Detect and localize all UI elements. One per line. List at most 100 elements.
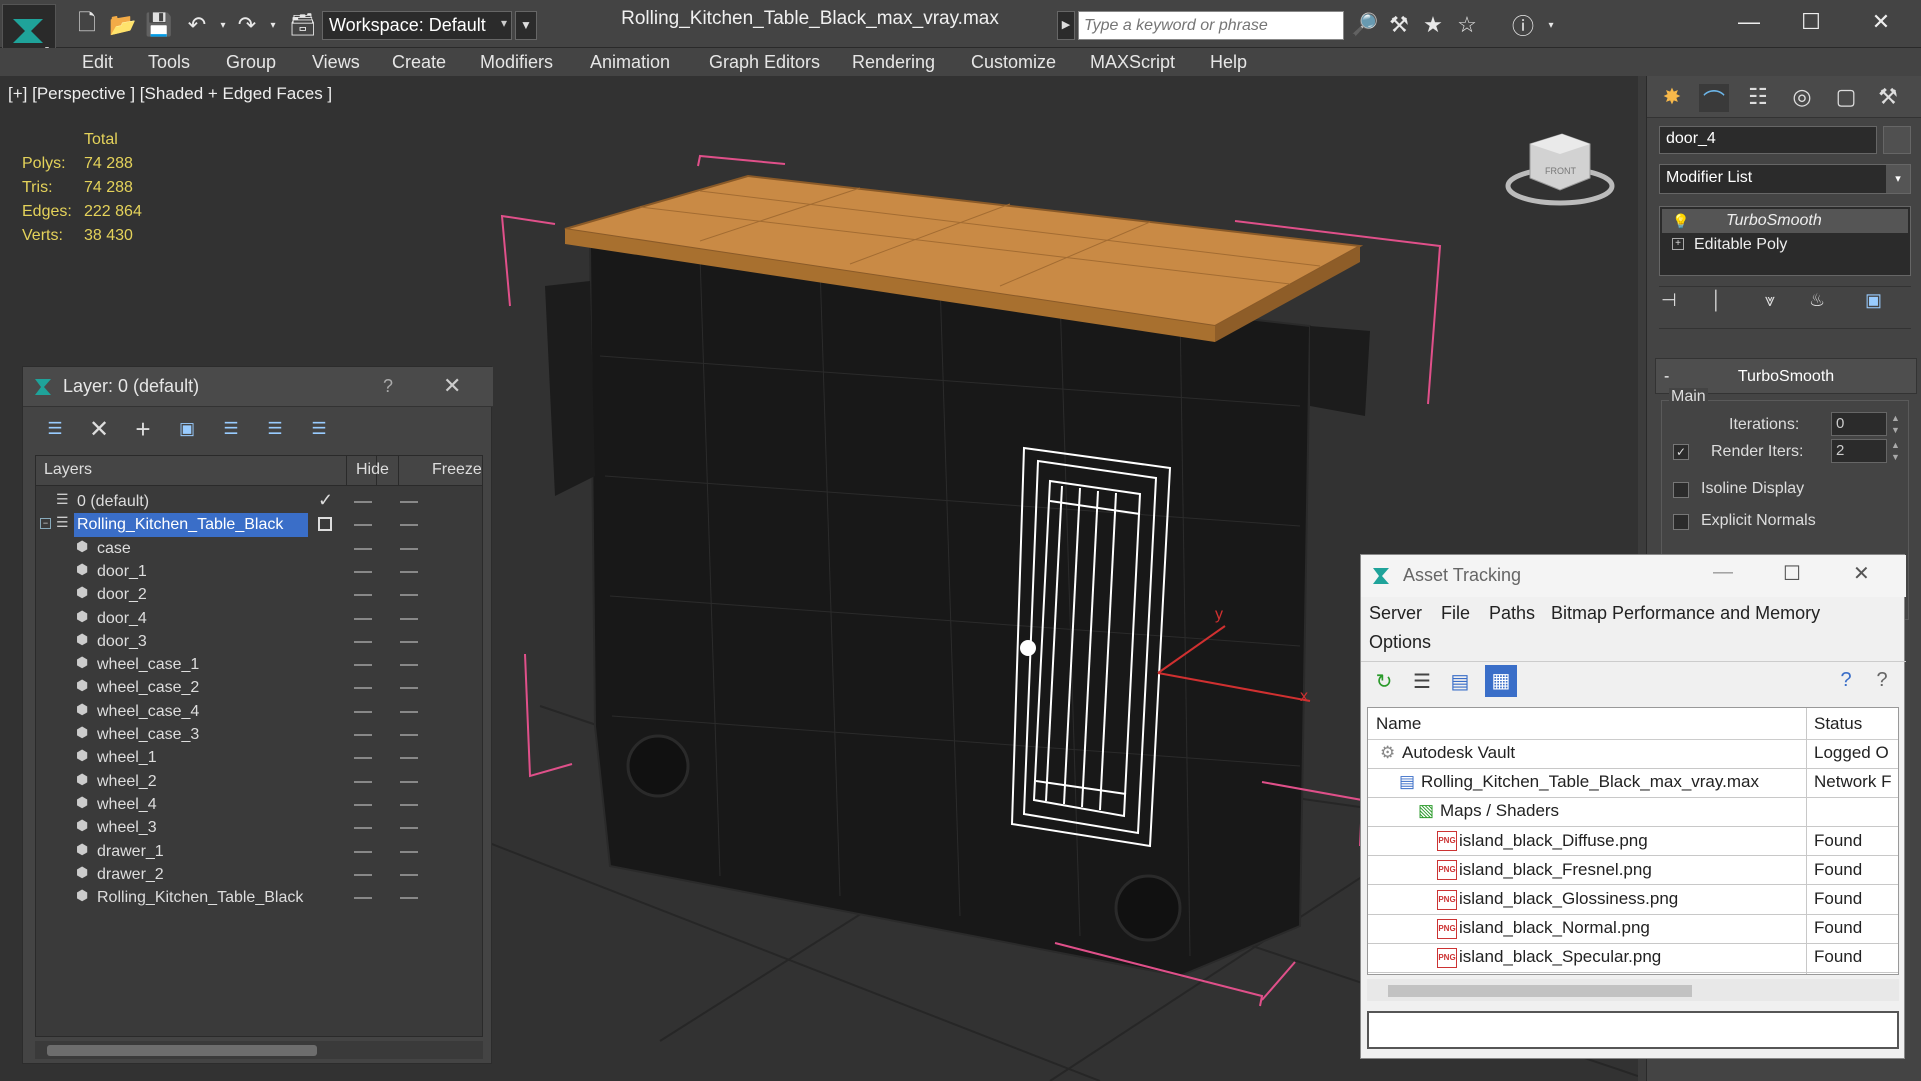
- freeze-toggle[interactable]: [400, 710, 418, 713]
- freeze-toggle[interactable]: [400, 827, 418, 830]
- close-icon[interactable]: ✕: [1852, 4, 1910, 40]
- minimize-icon[interactable]: —: [1720, 4, 1778, 40]
- freeze-toggle[interactable]: [400, 803, 418, 806]
- maximize-icon[interactable]: ☐: [1782, 4, 1840, 40]
- show-end-result-icon[interactable]: │: [1711, 290, 1722, 311]
- menu-group[interactable]: Group: [226, 48, 276, 76]
- context-help-icon[interactable]: ?: [1869, 669, 1895, 695]
- column-hide[interactable]: Hide: [356, 461, 389, 479]
- asset-row[interactable]: ▧ Maps / Shaders: [1368, 798, 1898, 827]
- hide-toggle[interactable]: [354, 664, 372, 667]
- hide-toggle[interactable]: [354, 547, 372, 550]
- scrollbar-thumb[interactable]: [1388, 985, 1692, 997]
- maximize-icon[interactable]: ☐: [1783, 561, 1801, 586]
- object-color-swatch[interactable]: [1883, 126, 1911, 154]
- make-unique-icon[interactable]: ⩔: [1765, 290, 1775, 311]
- freeze-toggle[interactable]: [400, 850, 418, 853]
- viewport-label[interactable]: [+] [Perspective ] [Shaded + Edged Faces…: [8, 84, 332, 104]
- hide-toggle[interactable]: [354, 897, 372, 900]
- set-current-layer-icon[interactable]: [318, 517, 332, 532]
- asset-row[interactable]: PNG island_black_Specular.png Found: [1368, 944, 1898, 973]
- asset-row[interactable]: PNG island_black_Diffuse.png Found: [1368, 828, 1898, 857]
- spinner-arrows-icon[interactable]: ▲ ▼: [1891, 412, 1900, 436]
- asset-row[interactable]: PNG island_black_Normal.png Found: [1368, 915, 1898, 944]
- menu-maxscript[interactable]: MAXScript: [1090, 48, 1175, 76]
- asset-row[interactable]: PNG island_black_Glossiness.png Found: [1368, 886, 1898, 915]
- menu-modifiers[interactable]: Modifiers: [480, 48, 553, 76]
- open-file-icon[interactable]: 📂: [108, 10, 138, 40]
- menu-rendering[interactable]: Rendering: [852, 48, 935, 76]
- expand-icon[interactable]: +: [1672, 238, 1684, 250]
- favorites-icon[interactable]: ☆: [1452, 10, 1482, 40]
- list-view-icon[interactable]: ☰: [1409, 669, 1435, 695]
- close-icon[interactable]: ✕: [1853, 561, 1870, 586]
- hide-toggle[interactable]: [354, 780, 372, 783]
- hide-toggle[interactable]: [354, 827, 372, 830]
- spinner-arrows-icon[interactable]: ▲ ▼: [1891, 439, 1900, 463]
- motion-tab-icon[interactable]: ◎: [1787, 84, 1817, 112]
- scrollbar-thumb[interactable]: [47, 1045, 317, 1056]
- hide-all-icon[interactable]: ☰: [303, 413, 335, 445]
- explicit-normals-checkbox[interactable]: [1673, 514, 1689, 530]
- menu-tools[interactable]: Tools: [148, 48, 190, 76]
- pin-stack-icon[interactable]: ⊣: [1661, 290, 1677, 311]
- asset-row[interactable]: ▤ Rolling_Kitchen_Table_Black_max_vray.ma…: [1368, 769, 1898, 798]
- freeze-toggle[interactable]: [400, 594, 418, 597]
- current-layer-check-icon[interactable]: ✓: [318, 490, 333, 511]
- freeze-toggle[interactable]: [400, 873, 418, 876]
- collapse-icon[interactable]: −: [40, 518, 51, 530]
- menu-graph-editors[interactable]: Graph Editors: [709, 48, 820, 76]
- modify-tab-icon[interactable]: ⌒: [1699, 84, 1729, 114]
- menu-create[interactable]: Create: [392, 48, 446, 76]
- menu-animation[interactable]: Animation: [590, 48, 670, 76]
- freeze-toggle[interactable]: [400, 897, 418, 900]
- column-status[interactable]: Status: [1814, 714, 1862, 734]
- select-objects-icon[interactable]: ☰: [215, 413, 247, 445]
- redo-dropdown-icon[interactable]: ▾: [258, 10, 288, 40]
- utilities-tab-icon[interactable]: ⚒: [1873, 84, 1903, 112]
- freeze-toggle[interactable]: [400, 780, 418, 783]
- project-folder-icon[interactable]: 🗃: [288, 10, 318, 40]
- menu-edit[interactable]: Edit: [82, 48, 113, 76]
- stack-item-editable-poly[interactable]: + Editable Poly: [1662, 233, 1908, 257]
- asset-menu-server[interactable]: Server: [1369, 603, 1422, 624]
- hide-toggle[interactable]: [354, 640, 372, 643]
- render-iters-checkbox[interactable]: ✓: [1673, 444, 1689, 460]
- asset-row[interactable]: PNG island_black_Fresnel.png Found: [1368, 857, 1898, 886]
- help-icon[interactable]: ⓘ: [1508, 10, 1538, 40]
- column-freeze[interactable]: Freeze: [432, 461, 482, 479]
- asset-menu-paths[interactable]: Paths: [1489, 603, 1535, 624]
- object-name-field[interactable]: door_4: [1659, 126, 1877, 154]
- freeze-toggle[interactable]: [400, 617, 418, 620]
- asset-menu-options[interactable]: Options: [1369, 632, 1431, 653]
- hide-toggle[interactable]: [354, 803, 372, 806]
- binoculars-icon[interactable]: 🔎: [1350, 10, 1380, 40]
- asset-menu-bitmap-performance[interactable]: Bitmap Performance and Memory: [1551, 603, 1820, 624]
- add-selection-icon[interactable]: ▣: [171, 413, 203, 445]
- render-iters-spinner[interactable]: 2: [1831, 439, 1887, 463]
- asset-row[interactable]: ⚙ Autodesk Vault Logged O: [1368, 740, 1898, 769]
- freeze-toggle[interactable]: [400, 687, 418, 690]
- object-row[interactable]: ⬢ Rolling_Kitchen_Table_Black: [36, 884, 482, 913]
- isoline-checkbox[interactable]: [1673, 482, 1689, 498]
- hide-toggle[interactable]: [354, 617, 372, 620]
- add-layer-icon[interactable]: +: [127, 413, 159, 445]
- table-view-icon[interactable]: ▦: [1485, 665, 1517, 697]
- asset-menu-file[interactable]: File: [1441, 603, 1470, 624]
- freeze-toggle[interactable]: [400, 547, 418, 550]
- new-file-icon[interactable]: 🗋: [72, 10, 102, 40]
- menu-help[interactable]: Help: [1210, 48, 1247, 76]
- freeze-toggle[interactable]: [400, 524, 418, 527]
- highlight-layer-icon[interactable]: ☰: [259, 413, 291, 445]
- iterations-spinner[interactable]: 0: [1831, 412, 1887, 436]
- display-tab-icon[interactable]: ▢: [1831, 84, 1861, 112]
- hide-toggle[interactable]: [354, 873, 372, 876]
- hide-toggle[interactable]: [354, 501, 372, 503]
- search-expand-icon[interactable]: ▶: [1057, 11, 1075, 40]
- freeze-toggle[interactable]: [400, 501, 418, 503]
- close-icon[interactable]: ✕: [443, 373, 461, 399]
- minimize-icon[interactable]: —: [1713, 561, 1733, 584]
- lightbulb-icon[interactable]: 💡: [1672, 209, 1689, 233]
- stack-item-turbosmooth[interactable]: 💡 TurboSmooth: [1662, 209, 1908, 233]
- create-tab-icon[interactable]: ✸: [1657, 84, 1687, 112]
